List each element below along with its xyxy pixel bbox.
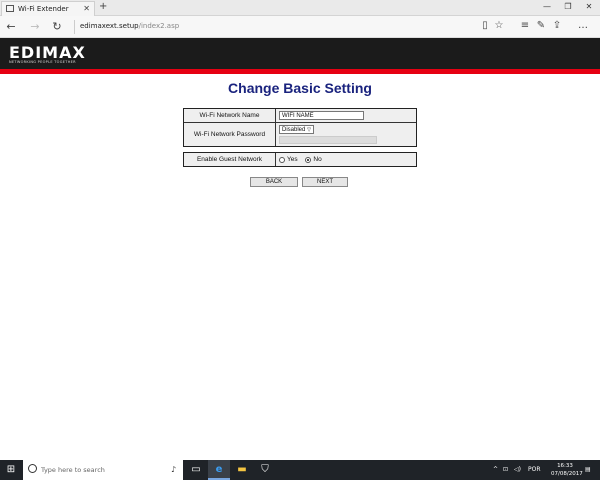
minimize-icon[interactable]: — — [540, 2, 554, 11]
wifi-name-input[interactable]: WIFI NAME — [279, 111, 364, 120]
browser-titlebar: Wi-Fi Extender ✕ + — ❐ ✕ — [0, 0, 600, 16]
forward-arrow-icon[interactable]: → — [28, 20, 42, 33]
url-host: edimaxext.setup — [80, 22, 139, 30]
password-mode-value: Disabled — [282, 127, 306, 133]
hub-icon[interactable]: ≡ — [518, 20, 532, 31]
search-placeholder: Type here to search — [41, 466, 105, 474]
url-field[interactable]: edimaxext.setup/index2.asp — [80, 22, 179, 30]
network-icon[interactable]: ⊡ — [503, 466, 508, 473]
url-path: /index2.asp — [138, 22, 180, 30]
wifi-password-row: Wi-Fi Network Password Disabled ▽ — [184, 123, 416, 146]
guest-yes-label: Yes — [287, 156, 298, 163]
volume-icon[interactable]: ◁) — [514, 466, 521, 473]
close-window-icon[interactable]: ✕ — [582, 2, 596, 11]
refresh-icon[interactable]: ↻ — [50, 20, 64, 33]
tab-title: Wi-Fi Extender — [18, 5, 69, 13]
file-explorer-icon[interactable]: ▬ — [234, 464, 250, 475]
windows-taskbar: ⊞ Type here to search ♪ ▭ e ▬ ⛉ ^ ⊡ ◁) P… — [0, 460, 600, 480]
wifi-password-label: Wi-Fi Network Password — [184, 123, 276, 146]
clock-date: 07/08/2017 — [551, 471, 583, 477]
reading-view-icon[interactable]: ▯ — [478, 20, 492, 31]
header-red-bar — [0, 69, 600, 74]
guest-network-row: Enable Guest Network Yes No — [184, 153, 416, 166]
next-button[interactable]: NEXT — [302, 177, 348, 187]
favorite-star-icon[interactable]: ☆ — [492, 20, 506, 31]
restore-icon[interactable]: ❐ — [561, 2, 575, 11]
taskbar-search[interactable]: Type here to search ♪ — [23, 460, 183, 480]
notes-icon[interactable]: ✎ — [534, 20, 548, 31]
guest-network-label: Enable Guest Network — [184, 153, 276, 166]
page-icon — [6, 5, 14, 12]
logo-tagline: NETWORKING PEOPLE TOGETHER — [9, 60, 76, 64]
wifi-password-input — [279, 136, 377, 144]
guest-no-label: No — [313, 156, 322, 163]
taskbar-clock[interactable]: 16:33 07/08/2017 — [551, 462, 583, 478]
back-button[interactable]: BACK — [250, 177, 298, 187]
language-indicator[interactable]: POR — [528, 466, 541, 473]
guest-network-form: Enable Guest Network Yes No — [183, 152, 417, 167]
edge-icon: e — [215, 464, 223, 475]
notifications-icon[interactable]: ▤ — [585, 466, 591, 473]
guest-yes-radio[interactable] — [279, 156, 285, 163]
new-tab-icon[interactable]: + — [99, 1, 107, 12]
clock-time: 16:33 — [557, 463, 573, 469]
wifi-settings-form: Wi-Fi Network Name WIFI NAME Wi-Fi Netwo… — [183, 108, 417, 147]
page-title: Change Basic Setting — [228, 80, 372, 96]
edge-taskbar-button[interactable]: e — [208, 460, 230, 480]
more-icon[interactable]: … — [576, 20, 590, 31]
wifi-name-row: Wi-Fi Network Name WIFI NAME — [184, 109, 416, 123]
browser-tab[interactable]: Wi-Fi Extender ✕ — [1, 1, 95, 16]
site-header: EDIMAX NETWORKING PEOPLE TOGETHER — [0, 38, 600, 69]
windows-start-icon[interactable]: ⊞ — [3, 464, 19, 475]
tray-expand-icon[interactable]: ^ — [493, 466, 498, 473]
back-arrow-icon[interactable]: ← — [4, 20, 18, 33]
wifi-name-label: Wi-Fi Network Name — [184, 109, 276, 122]
share-icon[interactable]: ⇪ — [550, 20, 564, 31]
password-mode-select[interactable]: Disabled ▽ — [279, 125, 314, 134]
microphone-icon[interactable]: ♪ — [171, 465, 176, 474]
guest-no-radio[interactable] — [305, 156, 312, 163]
address-bar: ← → ↻ edimaxext.setup/index2.asp ▯ ☆ ≡ ✎… — [0, 16, 600, 38]
chevron-down-icon: ▽ — [307, 127, 311, 133]
address-separator — [74, 20, 75, 34]
cortana-icon — [28, 464, 37, 473]
task-view-icon[interactable]: ▭ — [188, 464, 204, 475]
store-icon[interactable]: ⛉ — [257, 464, 273, 475]
close-tab-icon[interactable]: ✕ — [83, 4, 90, 13]
